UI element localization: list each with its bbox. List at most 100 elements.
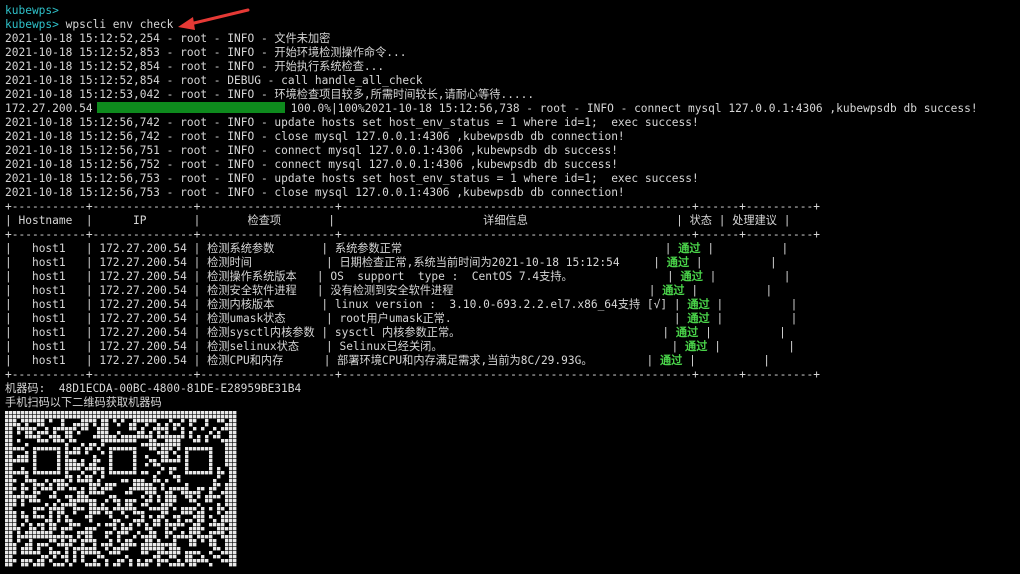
table-cell: 172.27.200.54	[92, 326, 194, 339]
table-row: | host1 | 172.27.200.54 | 检测CPU和内存 | 部署环…	[5, 354, 770, 367]
table-border: +-----------+---------------+-----------…	[5, 368, 820, 381]
table-row: | host1 | 172.27.200.54 | 检测内核版本 | linux…	[5, 298, 798, 311]
table-cell: Selinux已经关闭。	[332, 340, 672, 353]
table-cell: host1	[11, 326, 86, 339]
qr-code-pattern	[5, 411, 237, 567]
table-cell	[716, 270, 783, 283]
check-result-table: +-----------+---------------+-----------…	[5, 200, 1017, 382]
table-cell	[714, 242, 781, 255]
table-cell: 172.27.200.54	[92, 354, 194, 367]
log-line: 2021-10-18 15:12:56,753 - root - INFO - …	[5, 186, 625, 199]
log-line: 2021-10-18 15:12:52,854 - root - INFO - …	[5, 60, 385, 73]
log-line: 2021-10-18 15:12:52,853 - root - INFO - …	[5, 46, 407, 59]
table-cell	[698, 284, 765, 297]
table-cell: 172.27.200.54	[92, 298, 194, 311]
table-cell: 172.27.200.54	[92, 284, 194, 297]
table-cell: 通过	[681, 312, 717, 325]
table-header-cell: 状态	[682, 214, 719, 227]
table-cell: 172.27.200.54	[92, 312, 194, 325]
table-cell	[703, 256, 770, 269]
table-cell: sysctl 内核参数正常。	[328, 326, 663, 339]
table-header-cell: 详细信息	[335, 214, 677, 227]
terminal-output[interactable]: kubewps> kubewps> wpscli env check 2021-…	[5, 4, 1017, 410]
status-pass-badge: 通过	[666, 256, 690, 269]
log-line: 2021-10-18 15:12:56,753 - root - INFO - …	[5, 172, 699, 185]
table-cell: 通过	[669, 326, 705, 339]
progress-bar	[96, 102, 285, 113]
table-cell	[723, 298, 790, 311]
table-cell: 检测安全软件进程	[200, 284, 317, 297]
table-cell: 日期检查正常,系统当前时间为2021-10-18 15:12:54	[332, 256, 654, 269]
progress-line: 172.27.200.54 100.0%|100%2021-10-18 15:12…	[5, 102, 1017, 116]
table-header-cell: 处理建议	[725, 214, 784, 227]
table-cell: 没有检测到安全软件进程	[323, 284, 649, 297]
table-cell: 通过	[678, 340, 714, 353]
log-line: 2021-10-18 15:12:56,742 - root - INFO - …	[5, 116, 699, 129]
command-text: wpscli env check	[65, 18, 174, 31]
table-cell: 通过	[655, 284, 691, 297]
qr-code	[5, 411, 237, 567]
table-cell: linux version : 3.10.0-693.2.2.el7.x86_6…	[328, 298, 674, 311]
table-cell: 172.27.200.54	[92, 242, 194, 255]
table-cell	[696, 354, 763, 367]
progress-text: 100.0%|100%2021-10-18 15:12:56,738 - roo…	[290, 102, 978, 115]
log-block-post: 2021-10-18 15:12:56,742 - root - INFO - …	[5, 116, 1017, 200]
progress-host: 172.27.200.54	[5, 102, 93, 115]
annotation-arrow-icon	[178, 8, 250, 30]
prompt: kubewps>	[5, 18, 59, 31]
prompt-line: kubewps>	[5, 4, 59, 17]
status-pass-badge: 通过	[687, 312, 710, 325]
table-cell: 检测selinux状态	[200, 340, 326, 353]
table-row: | host1 | 172.27.200.54 | 检测sysctl内核参数 |…	[5, 326, 786, 339]
table-row: | host1 | 172.27.200.54 | 检测安全软件进程 | 没有检…	[5, 284, 773, 297]
log-line: 2021-10-18 15:12:52,854 - root - DEBUG -…	[5, 74, 423, 87]
table-cell: OS support type : CentOS 7.4支持。	[323, 270, 667, 283]
qr-hint: 手机扫码以下二维码获取机器码	[5, 396, 162, 409]
table-cell: host1	[11, 270, 86, 283]
log-block-pre: 2021-10-18 15:12:52,254 - root - INFO - …	[5, 32, 1017, 102]
table-cell: 部署环境CPU和内存满足需求,当前为8C/29.93G。	[330, 354, 647, 367]
log-line: 2021-10-18 15:12:56,742 - root - INFO - …	[5, 130, 625, 143]
table-cell: 通过	[671, 242, 707, 255]
machine-code: 机器码: 48D1ECDA-00BC-4800-81DE-E28959BE31B…	[5, 382, 302, 395]
table-row: | host1 | 172.27.200.54 | 检测selinux状态 | …	[5, 340, 796, 353]
table-cell	[721, 340, 788, 353]
table-cell: 检测umask状态	[200, 312, 326, 325]
table-cell: 172.27.200.54	[92, 256, 194, 269]
table-cell: 通过	[681, 298, 717, 311]
status-pass-badge: 通过	[662, 284, 685, 297]
table-cell	[712, 326, 779, 339]
table-header-cell: 检查项	[200, 214, 329, 227]
table-row: | host1 | 172.27.200.54 | 检测系统参数 | 系统参数正…	[5, 242, 789, 255]
table-cell: host1	[11, 284, 86, 297]
log-line: 2021-10-18 15:12:52,254 - root - INFO - …	[5, 32, 331, 45]
table-cell: 检测sysctl内核参数	[200, 326, 322, 339]
status-pass-badge: 通过	[680, 270, 703, 283]
table-header: | Hostname | IP | 检查项 | 详细信息 | 状态 | 处理建议…	[5, 214, 791, 227]
table-cell: root用户umask正常.	[332, 312, 674, 325]
table-cell: 系统参数正常	[328, 242, 665, 255]
status-pass-badge: 通过	[685, 340, 708, 353]
table-header-cell: Hostname	[11, 214, 86, 227]
table-cell: 检测CPU和内存	[200, 354, 324, 367]
table-cell	[723, 312, 790, 325]
table-cell: 通过	[674, 270, 710, 283]
table-cell: 172.27.200.54	[92, 340, 194, 353]
table-cell: 检测操作系统版本	[200, 270, 317, 283]
log-line: 2021-10-18 15:12:53,042 - root - INFO - …	[5, 88, 535, 101]
status-pass-badge: 通过	[687, 298, 710, 311]
table-cell: host1	[11, 242, 86, 255]
table-border: +-----------+---------------+-----------…	[5, 200, 820, 213]
table-header-cell: IP	[92, 214, 194, 227]
table-cell: host1	[11, 354, 86, 367]
table-cell: 通过	[660, 256, 696, 269]
table-cell: host1	[11, 312, 86, 325]
table-cell: host1	[11, 256, 86, 269]
table-row: | host1 | 172.27.200.54 | 检测操作系统版本 | OS …	[5, 270, 791, 283]
table-cell: 172.27.200.54	[92, 270, 194, 283]
table-border: +-----------+---------------+-----------…	[5, 228, 820, 241]
command-line: kubewps> wpscli env check	[5, 18, 1017, 32]
table-row: | host1 | 172.27.200.54 | 检测时间 | 日期检查正常,…	[5, 256, 777, 269]
table-cell: 检测内核版本	[200, 298, 322, 311]
table-cell: 通过	[653, 354, 689, 367]
